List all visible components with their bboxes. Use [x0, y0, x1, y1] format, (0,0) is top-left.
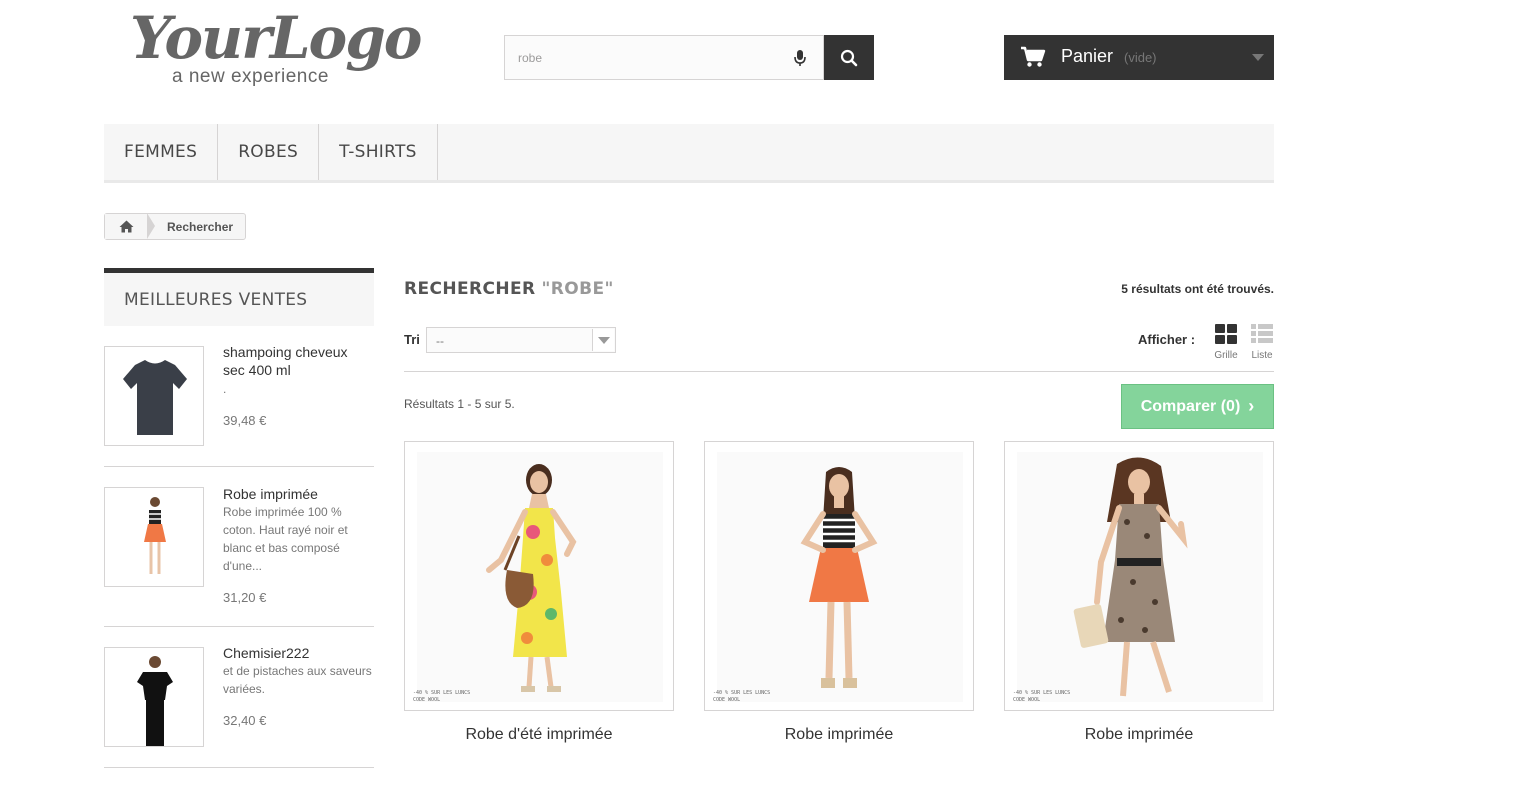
yellow-floral-dress-image — [417, 452, 663, 702]
search-query: "ROBE" — [541, 279, 614, 299]
watermark-line-2: CODE WOOL — [413, 697, 441, 703]
menu-item-tshirts[interactable]: T-SHIRTS — [319, 124, 438, 180]
cart-status: (vide) — [1124, 50, 1157, 65]
breadcrumb: Rechercher — [104, 213, 247, 240]
site-logo[interactable]: YourLogo a new experience — [128, 4, 422, 94]
watermark-line-2: CODE WOOL — [1013, 697, 1041, 703]
best-sellers-title[interactable]: MEILLEURES VENTES — [104, 268, 374, 326]
page-title: RECHERCHER "ROBE" — [404, 279, 614, 299]
product-image[interactable]: -40 % SUR LES LUNCS CODE WOOL — [404, 441, 674, 711]
product-price: 31,20 € — [223, 590, 267, 605]
striped-orange-dress-image — [717, 452, 963, 702]
sort-label: Tri — [404, 332, 420, 347]
product-name[interactable]: Robe imprimée — [223, 485, 373, 503]
chevron-down-icon — [1252, 54, 1264, 61]
watermark-line-2: CODE WOOL — [713, 697, 741, 703]
breadcrumb-home[interactable] — [105, 213, 155, 239]
page-title-text: RECHERCHER — [404, 279, 536, 299]
watermark-line-1: -40 % SUR LES LUNCS — [1013, 690, 1071, 696]
list-item: shampoing cheveux sec 400 ml . 39,48 € — [104, 326, 374, 467]
list-item: Robe imprimée Robe imprimée 100 % coton.… — [104, 467, 374, 627]
product-description: Robe imprimée 100 % coton. Haut rayé noi… — [223, 505, 348, 573]
product-name[interactable]: Robe d'été imprimée — [404, 726, 674, 744]
product-description: et de pistaches aux saveurs variées. — [223, 664, 372, 696]
watermark-line-1: -40 % SUR LES LUNCS — [413, 690, 471, 696]
pagination-summary: Résultats 1 - 5 sur 5. — [404, 397, 515, 411]
image-watermark: -40 % SUR LES LUNCS CODE WOOL — [713, 690, 770, 704]
cart-icon — [1020, 46, 1046, 68]
chevron-right-icon: › — [1248, 396, 1255, 416]
product-card: -40 % SUR LES LUNCS CODE WOOL Robe impri… — [1004, 441, 1274, 744]
product-image[interactable]: -40 % SUR LES LUNCS CODE WOOL — [1004, 441, 1274, 711]
logo-tagline: a new experience — [172, 66, 329, 87]
menu-item-femmes[interactable]: FEMMES — [104, 124, 219, 180]
product-name[interactable]: shampoing cheveux sec 400 ml — [223, 343, 373, 379]
image-watermark: -40 % SUR LES LUNCS CODE WOOL — [413, 690, 470, 704]
list-view-label: Liste — [1251, 350, 1273, 361]
product-thumbnail[interactable] — [104, 487, 204, 587]
grid-view-button[interactable]: Grille — [1212, 324, 1240, 361]
chevron-down-icon — [592, 329, 614, 351]
best-sellers-block: MEILLEURES VENTES shampoing cheveux sec … — [104, 268, 374, 768]
image-watermark: -40 % SUR LES LUNCS CODE WOOL — [1013, 690, 1070, 704]
main-menu: FEMMES ROBES T-SHIRTS — [104, 124, 1274, 183]
logo-text: YourLogo — [130, 4, 422, 72]
product-price: 39,48 € — [223, 413, 267, 428]
grid-icon — [1215, 324, 1237, 344]
microphone-icon[interactable] — [793, 48, 807, 68]
product-thumbnail[interactable] — [104, 647, 204, 747]
view-label: Afficher : — [1138, 332, 1196, 347]
product-thumbnail[interactable] — [104, 346, 204, 446]
product-price: 32,40 € — [223, 713, 267, 728]
list-view-button[interactable]: Liste — [1248, 324, 1276, 361]
search-icon — [840, 49, 858, 66]
product-name[interactable]: Robe imprimée — [704, 726, 974, 744]
product-card: -40 % SUR LES LUNCS CODE WOOL Robe d'été… — [404, 441, 674, 744]
product-description: . — [223, 382, 227, 396]
watermark-line-1: -40 % SUR LES LUNCS — [713, 690, 771, 696]
home-icon — [119, 220, 133, 233]
product-card: -40 % SUR LES LUNCS CODE WOOL Robe impri… — [704, 441, 974, 744]
sort-select[interactable]: -- — [426, 327, 616, 353]
cart-button[interactable]: Panier (vide) — [1004, 35, 1274, 80]
menu-item-robes[interactable]: ROBES — [218, 124, 320, 180]
leopard-dress-image — [1017, 452, 1263, 702]
grid-view-label: Grille — [1214, 350, 1238, 361]
list-item: Chemisier222 et de pistaches aux saveurs… — [104, 627, 374, 768]
search-input[interactable] — [505, 36, 775, 79]
product-name[interactable]: Robe imprimée — [1004, 726, 1274, 744]
blouse-image — [137, 656, 173, 746]
dress-image — [144, 497, 166, 574]
divider — [404, 371, 1274, 372]
search-box — [504, 35, 824, 80]
results-count: 5 résultats ont été trouvés. — [1121, 282, 1274, 296]
product-image[interactable]: -40 % SUR LES LUNCS CODE WOOL — [704, 441, 974, 711]
cart-label: Panier — [1061, 46, 1114, 66]
search-button[interactable] — [824, 35, 874, 80]
compare-button[interactable]: Comparer (0) › — [1121, 384, 1274, 429]
compare-label: Comparer (0) — [1140, 397, 1241, 415]
sort-value: -- — [436, 334, 444, 348]
list-icon — [1251, 324, 1273, 343]
tshirt-image — [123, 360, 187, 435]
product-name[interactable]: Chemisier222 — [223, 644, 373, 662]
breadcrumb-current: Rechercher — [167, 219, 234, 234]
